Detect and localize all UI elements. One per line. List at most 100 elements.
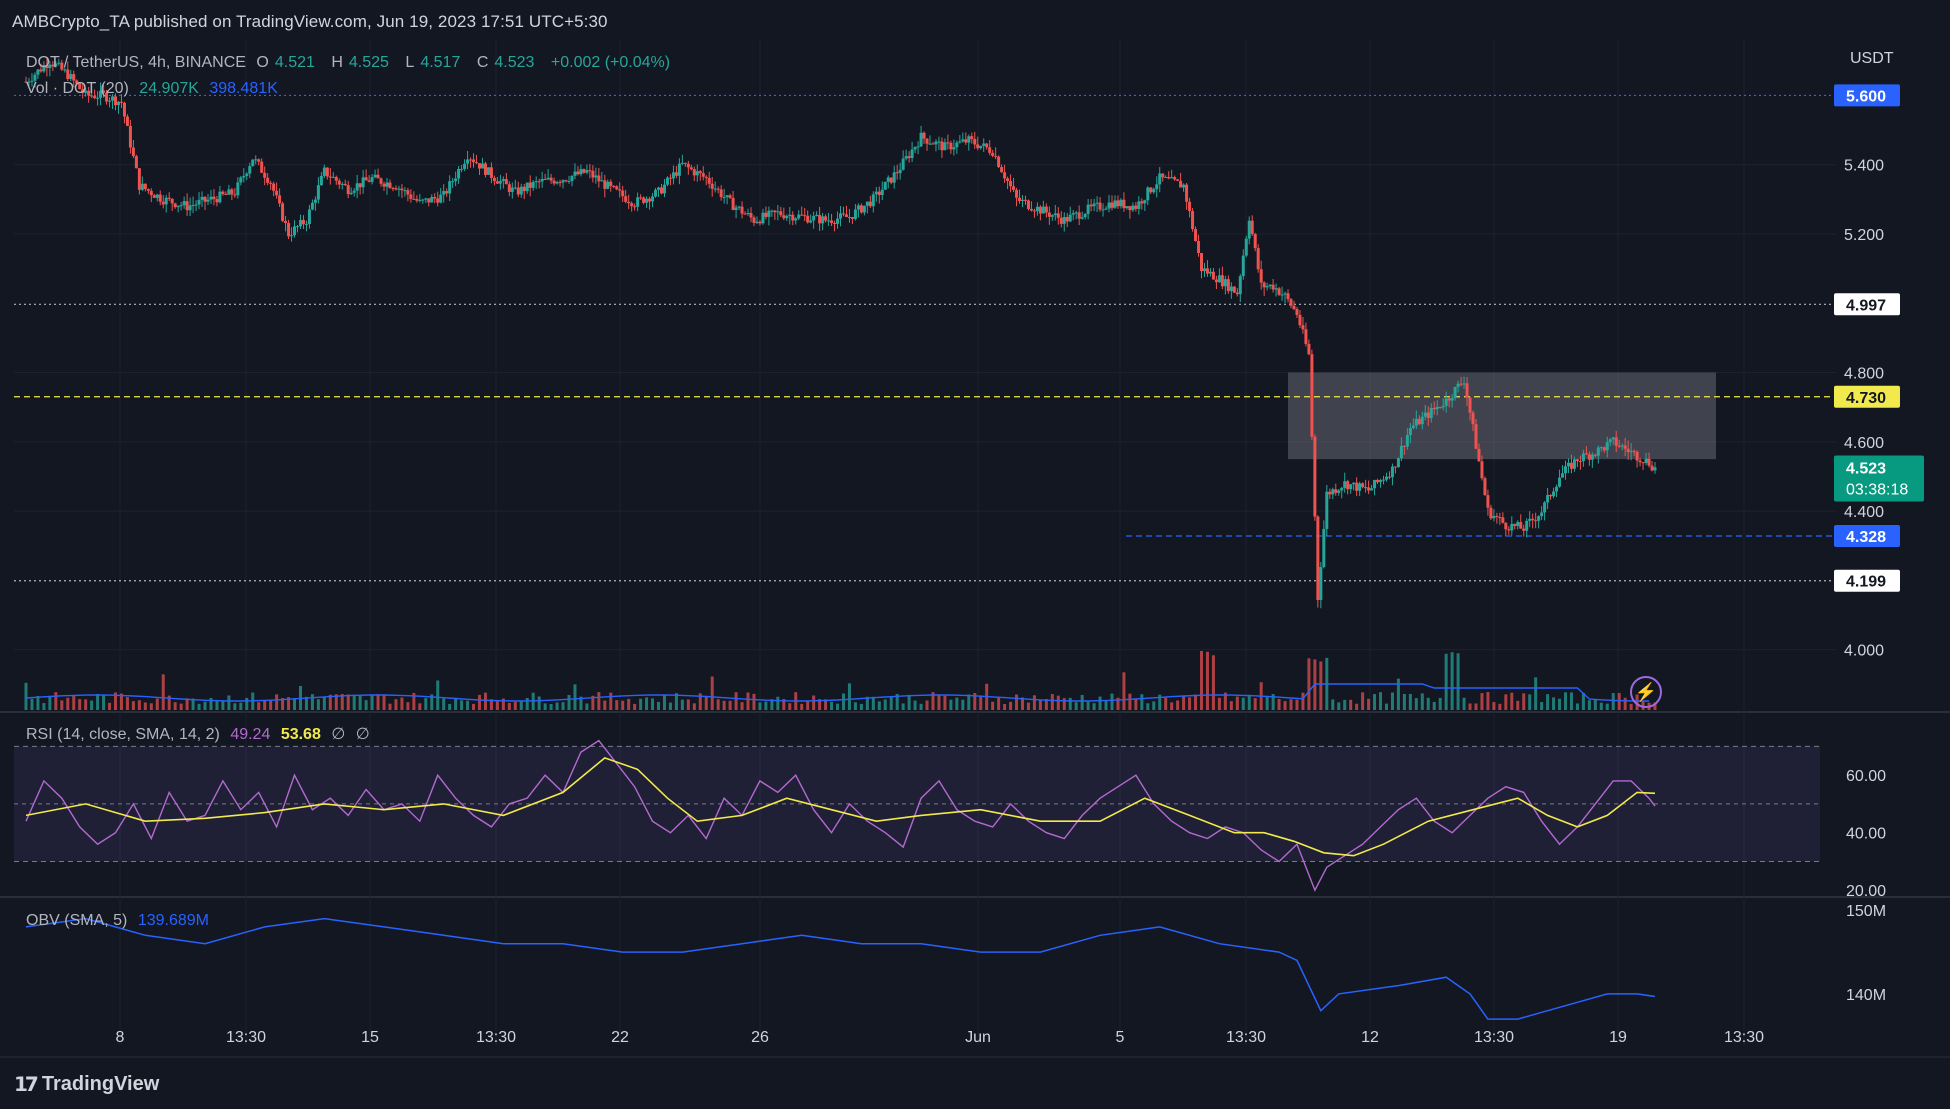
candle-body bbox=[1053, 213, 1057, 216]
candle-body bbox=[731, 197, 735, 211]
candle-body bbox=[1012, 186, 1016, 190]
candle-body bbox=[1158, 173, 1162, 185]
candle[interactable] bbox=[134, 154, 138, 169]
volume-bar bbox=[1468, 703, 1472, 710]
volume-bar bbox=[519, 701, 523, 710]
chart-canvas[interactable]: 5.400 5.200 4.800 4.600 4.400 4.000 5.600 4.997… bbox=[0, 0, 1950, 1109]
volume-bar bbox=[728, 700, 732, 710]
candle-body bbox=[1402, 445, 1406, 447]
candle-body bbox=[522, 186, 526, 192]
candle[interactable] bbox=[1316, 515, 1320, 608]
candle-body bbox=[1352, 482, 1356, 485]
candle-body bbox=[1059, 217, 1063, 224]
candle-body bbox=[749, 213, 753, 218]
candle-body bbox=[501, 179, 505, 181]
volume-value: 24.907K bbox=[139, 80, 199, 97]
candle-body bbox=[1265, 286, 1269, 288]
candle-body bbox=[615, 186, 619, 190]
candle-body bbox=[1543, 502, 1547, 513]
candle-body bbox=[346, 185, 350, 195]
time-tick-label: 5 bbox=[1116, 1029, 1125, 1046]
tradingview-logo[interactable]: 𝟭𝟳 TradingView bbox=[14, 1072, 159, 1097]
candle[interactable] bbox=[1026, 199, 1030, 211]
candle-body bbox=[1423, 412, 1427, 417]
candle-body bbox=[809, 220, 813, 223]
candle-body bbox=[1307, 343, 1311, 355]
volume-label[interactable]: Vol · DOT (20) bbox=[26, 80, 129, 97]
candle[interactable] bbox=[1313, 434, 1317, 521]
obv-label[interactable]: OBV (SMA, 5) bbox=[26, 912, 127, 929]
volume-bar bbox=[1355, 703, 1359, 710]
candle-body bbox=[334, 176, 338, 181]
candle-body bbox=[1438, 406, 1442, 408]
candle-body bbox=[1322, 528, 1326, 568]
time-tick-label: 13:30 bbox=[1474, 1029, 1514, 1046]
candle-body bbox=[403, 190, 407, 192]
candle-body bbox=[1587, 454, 1591, 460]
candle-body bbox=[1632, 451, 1636, 453]
candle-body bbox=[543, 178, 547, 180]
rsi-label[interactable]: RSI (14, close, SMA, 14, 2) bbox=[26, 726, 220, 743]
candle-body bbox=[686, 163, 690, 168]
volume-bar bbox=[406, 702, 410, 710]
candle-body bbox=[1444, 398, 1448, 406]
symbol-label[interactable]: DOT / TetherUS, 4h, BINANCE bbox=[26, 54, 246, 71]
candle[interactable] bbox=[1325, 484, 1329, 537]
volume-bar bbox=[1390, 692, 1394, 710]
candle-body bbox=[379, 178, 383, 184]
candle-body bbox=[1456, 383, 1460, 387]
volume-bar bbox=[370, 695, 374, 710]
candle-body bbox=[1235, 292, 1239, 295]
candle-body bbox=[1262, 282, 1266, 288]
candle[interactable] bbox=[1244, 235, 1248, 258]
candle[interactable] bbox=[486, 167, 490, 176]
candle-body bbox=[433, 197, 437, 199]
candle-body bbox=[764, 212, 768, 217]
candle[interactable] bbox=[997, 155, 1001, 169]
resistance-zone[interactable] bbox=[1288, 372, 1716, 460]
candle[interactable] bbox=[1191, 208, 1195, 232]
volume-bar bbox=[1546, 694, 1550, 710]
candle-body bbox=[785, 216, 789, 219]
candle-body bbox=[1516, 522, 1520, 526]
rsi-extra-1: ∅ bbox=[331, 726, 346, 743]
candle[interactable] bbox=[883, 181, 887, 190]
candle[interactable] bbox=[281, 201, 285, 223]
candle[interactable] bbox=[1396, 457, 1400, 468]
candle-body bbox=[1214, 279, 1218, 283]
candle-body bbox=[1537, 516, 1541, 521]
candle-body bbox=[233, 194, 237, 196]
candle[interactable] bbox=[251, 159, 255, 167]
candle-body bbox=[1194, 229, 1198, 242]
volume-bar bbox=[1032, 695, 1036, 710]
volume-bar bbox=[197, 703, 201, 710]
volume-bar bbox=[1200, 650, 1204, 710]
candle-body bbox=[1346, 481, 1350, 490]
candle-body bbox=[1569, 462, 1573, 469]
candle-body bbox=[737, 206, 741, 208]
candle-body bbox=[1295, 309, 1299, 315]
candle-body bbox=[991, 152, 995, 156]
volume-bar bbox=[871, 696, 875, 710]
candle-body bbox=[531, 181, 535, 188]
candle-body bbox=[331, 176, 335, 178]
volume-bar bbox=[1402, 693, 1406, 710]
candle-body bbox=[1584, 453, 1588, 455]
candle-body bbox=[1110, 202, 1114, 208]
candle-body bbox=[427, 198, 431, 203]
candle-body bbox=[573, 171, 577, 176]
candle-body bbox=[143, 183, 147, 190]
candle-body bbox=[830, 220, 834, 224]
candle-body bbox=[495, 181, 499, 184]
candle[interactable] bbox=[1483, 476, 1487, 496]
price-tick-label: 5.400 bbox=[1844, 158, 1884, 175]
candle[interactable] bbox=[1232, 286, 1236, 294]
candle-body bbox=[307, 209, 311, 225]
candle-body bbox=[409, 194, 413, 199]
candle-body bbox=[1450, 398, 1454, 401]
lightning-bolt-icon[interactable]: ⚡ bbox=[1630, 676, 1662, 708]
price-marker-label: 5.600 bbox=[1846, 88, 1886, 105]
candle[interactable] bbox=[1256, 244, 1260, 273]
candle[interactable] bbox=[1310, 349, 1314, 440]
candle-body bbox=[844, 214, 848, 217]
